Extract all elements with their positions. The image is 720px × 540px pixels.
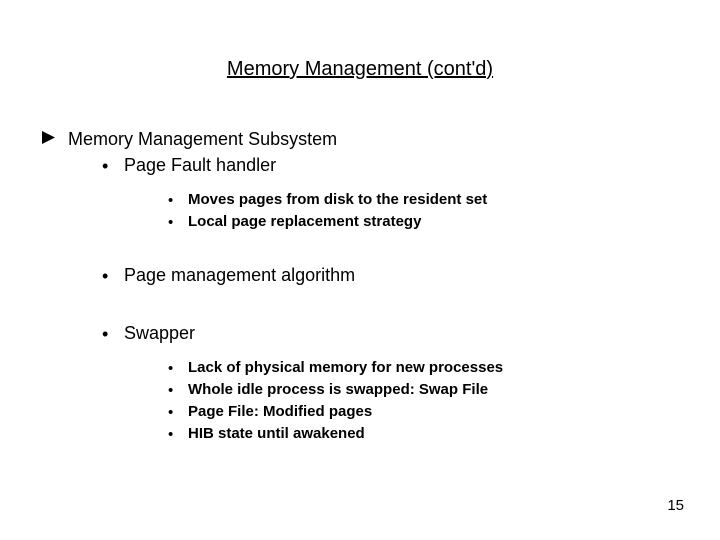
slide: Memory Management (cont'd) Memory Manage… [0, 0, 720, 540]
level3-text: Local page replacement strategy [188, 213, 421, 230]
level3-text: Moves pages from disk to the resident se… [188, 191, 487, 208]
level3-text: Lack of physical memory for new processe… [188, 359, 503, 376]
dot-icon [168, 213, 188, 232]
bullet-level3: Moves pages from disk to the resident se… [168, 191, 680, 210]
level3-text: Page File: Modified pages [188, 403, 372, 420]
dot-icon [168, 403, 188, 422]
level3-text: Whole idle process is swapped: Swap File [188, 381, 488, 398]
bullet-level3: Local page replacement strategy [168, 213, 680, 232]
slide-title: Memory Management (cont'd) [40, 58, 680, 81]
dot-icon [102, 323, 124, 345]
dot-icon [168, 359, 188, 378]
bullet-level2: Swapper [102, 323, 680, 345]
bullet-level2: Page Fault handler [102, 155, 680, 177]
bullet-level3: Page File: Modified pages [168, 403, 680, 422]
level2-text: Page Fault handler [124, 155, 276, 176]
dot-icon [168, 191, 188, 210]
level3-text: HIB state until awakened [188, 425, 365, 442]
dot-icon [102, 265, 124, 287]
dot-icon [168, 425, 188, 444]
bullet-level2: Page management algorithm [102, 265, 680, 287]
dot-icon [102, 155, 124, 177]
bullet-level1: Memory Management Subsystem [42, 129, 680, 151]
level2-text: Swapper [124, 323, 195, 344]
dot-icon [168, 381, 188, 400]
level2-text: Page management algorithm [124, 265, 355, 286]
bullet-level3: Lack of physical memory for new processe… [168, 359, 680, 378]
arrow-icon [42, 129, 68, 151]
bullet-level3: Whole idle process is swapped: Swap File [168, 381, 680, 400]
page-number: 15 [667, 497, 684, 514]
bullet-level3: HIB state until awakened [168, 425, 680, 444]
level1-text: Memory Management Subsystem [68, 129, 337, 150]
